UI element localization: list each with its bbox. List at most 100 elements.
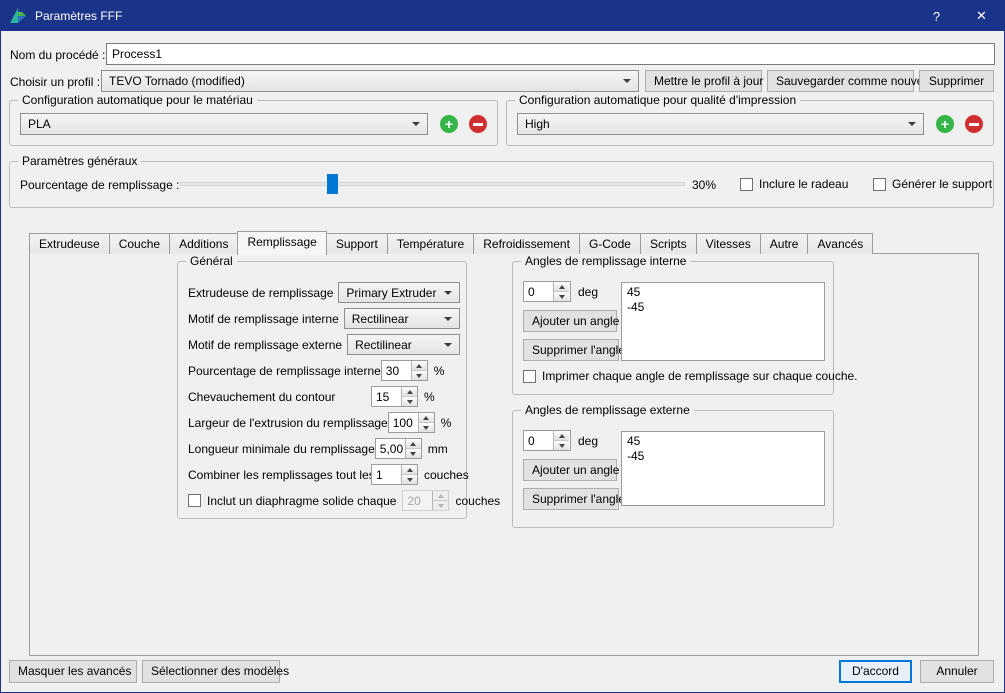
tab-temperature[interactable]: Température <box>387 233 474 254</box>
spin-down-icon[interactable] <box>402 396 417 406</box>
external-add-angle-button[interactable]: Ajouter un angle <box>523 459 617 481</box>
infill-slider[interactable] <box>180 173 685 195</box>
internal-remove-angle-button[interactable]: Supprimer l'angle <box>523 339 619 361</box>
spin-arrows[interactable] <box>405 439 421 458</box>
infill-percent-spinner[interactable]: 30 <box>381 360 428 381</box>
spin-down-icon[interactable] <box>419 422 434 432</box>
solid-diaphragm-spinner: 20 <box>402 490 449 511</box>
settings-tabbar: Extrudeuse Couche Additions Remplissage … <box>29 232 872 255</box>
checkbox-box-icon[interactable] <box>740 178 753 191</box>
tab-vitesses[interactable]: Vitesses <box>696 233 761 254</box>
infill-slider-handle[interactable] <box>327 174 338 194</box>
tab-remplissage[interactable]: Remplissage <box>237 231 326 255</box>
print-angle-every-layer-checkbox[interactable]: Imprimer chaque angle de remplissage sur… <box>523 369 858 383</box>
material-select[interactable]: PLA <box>20 113 428 135</box>
close-button[interactable]: ✕ <box>959 1 1004 31</box>
min-length-label: Longueur minimale du remplissage <box>188 442 375 456</box>
tab-scripts[interactable]: Scripts <box>640 233 697 254</box>
select-models-button[interactable]: Sélectionner des modèles <box>142 660 280 683</box>
spin-arrows[interactable] <box>418 413 434 432</box>
external-pattern-value: Rectilinear <box>355 338 412 352</box>
process-name-label: Nom du procédé : <box>10 48 105 62</box>
profile-select[interactable]: TEVO Tornado (modified) <box>101 70 639 92</box>
spin-down-icon[interactable] <box>554 440 569 450</box>
outline-overlap-unit: % <box>424 390 435 404</box>
include-raft-checkbox[interactable]: Inclure le radeau <box>740 177 848 191</box>
tab-avances[interactable]: Avancés <box>807 233 873 254</box>
internal-angle-input-row: 0 deg <box>523 281 598 302</box>
spin-up-icon[interactable] <box>402 465 417 474</box>
internal-pattern-label: Motif de remplissage interne <box>188 312 339 326</box>
help-button[interactable]: ? <box>914 1 959 31</box>
checkbox-box-icon[interactable] <box>188 494 201 507</box>
cancel-button[interactable]: Annuler <box>920 660 994 683</box>
outline-overlap-label: Chevauchement du contour <box>188 390 371 404</box>
tab-extrudeuse[interactable]: Extrudeuse <box>29 233 110 254</box>
caption-buttons: ? ✕ <box>914 1 1004 31</box>
internal-add-angle-button[interactable]: Ajouter un angle <box>523 310 617 332</box>
hide-advanced-button[interactable]: Masquer les avancés <box>9 660 137 683</box>
spin-arrows[interactable] <box>411 361 427 380</box>
spin-down-icon[interactable] <box>412 370 427 380</box>
spin-arrows[interactable] <box>401 465 417 484</box>
process-name-input[interactable] <box>106 43 995 65</box>
internal-pattern-select[interactable]: Rectilinear <box>344 308 460 329</box>
tab-couche[interactable]: Couche <box>109 233 170 254</box>
add-material-button[interactable] <box>440 115 458 133</box>
profile-label: Choisir un profil : <box>10 75 100 89</box>
min-length-unit: mm <box>428 442 448 456</box>
external-angle-input-row: 0 deg <box>523 430 598 451</box>
outline-overlap-spinner[interactable]: 15 <box>371 386 418 407</box>
solid-diaphragm-checkbox[interactable]: Inclut un diaphragme solide chaque <box>188 494 396 508</box>
spin-value: 100 <box>389 413 418 432</box>
spin-value: 15 <box>372 387 401 406</box>
update-profile-button[interactable]: Mettre le profil à jour <box>645 70 762 92</box>
spin-value: 5,00 <box>376 439 405 458</box>
remove-quality-button[interactable] <box>965 115 983 133</box>
remove-material-button[interactable] <box>469 115 487 133</box>
spin-arrows[interactable] <box>553 282 569 301</box>
tab-additions[interactable]: Additions <box>169 233 238 254</box>
infill-extruder-select[interactable]: Primary Extruder <box>338 282 460 303</box>
tab-support[interactable]: Support <box>326 233 388 254</box>
generate-support-checkbox[interactable]: Générer le support <box>873 177 992 191</box>
spin-down-icon[interactable] <box>402 474 417 484</box>
spin-up-icon[interactable] <box>412 361 427 370</box>
extrusion-width-spinner[interactable]: 100 <box>388 412 435 433</box>
spin-up-icon[interactable] <box>402 387 417 396</box>
spin-up-icon[interactable] <box>554 431 569 440</box>
spin-arrows[interactable] <box>553 431 569 450</box>
external-angle-spinner[interactable]: 0 <box>523 430 571 451</box>
spin-value: 0 <box>524 282 553 301</box>
spin-down-icon[interactable] <box>406 448 421 458</box>
spin-value: 1 <box>372 465 401 484</box>
internal-angles-group: Angles de remplissage interne 0 deg Ajou… <box>512 261 834 395</box>
tab-autre[interactable]: Autre <box>760 233 809 254</box>
external-pattern-select[interactable]: Rectilinear <box>347 334 460 355</box>
save-as-new-button[interactable]: Sauvegarder comme nouveau <box>767 70 914 92</box>
spin-up-icon[interactable] <box>419 413 434 422</box>
min-length-spinner[interactable]: 5,00 <box>375 438 422 459</box>
checkbox-box-icon[interactable] <box>873 178 886 191</box>
internal-pattern-value: Rectilinear <box>352 312 409 326</box>
delete-profile-button[interactable]: Supprimer <box>919 70 994 92</box>
ok-button[interactable]: D'accord <box>839 660 912 683</box>
checkbox-box-icon[interactable] <box>523 370 536 383</box>
add-quality-button[interactable] <box>936 115 954 133</box>
extrusion-width-row: Largeur de l'extrusion du remplissage 10… <box>188 412 460 433</box>
external-remove-angle-button[interactable]: Supprimer l'angle <box>523 488 619 510</box>
tab-gcode[interactable]: G-Code <box>579 233 641 254</box>
spin-arrows <box>432 491 448 510</box>
combine-infill-spinner[interactable]: 1 <box>371 464 418 485</box>
quality-select[interactable]: High <box>517 113 924 135</box>
infill-percent-label: Pourcentage de remplissage interne <box>188 364 381 378</box>
spin-up-icon[interactable] <box>406 439 421 448</box>
spin-up-icon[interactable] <box>554 282 569 291</box>
tab-refroidissement[interactable]: Refroidissement <box>473 233 580 254</box>
infill-slider-groove[interactable] <box>180 182 685 186</box>
internal-angles-list[interactable]: 45 -45 <box>621 282 825 361</box>
spin-arrows[interactable] <box>401 387 417 406</box>
external-angles-list[interactable]: 45 -45 <box>621 431 825 506</box>
spin-down-icon[interactable] <box>554 291 569 301</box>
internal-angle-spinner[interactable]: 0 <box>523 281 571 302</box>
